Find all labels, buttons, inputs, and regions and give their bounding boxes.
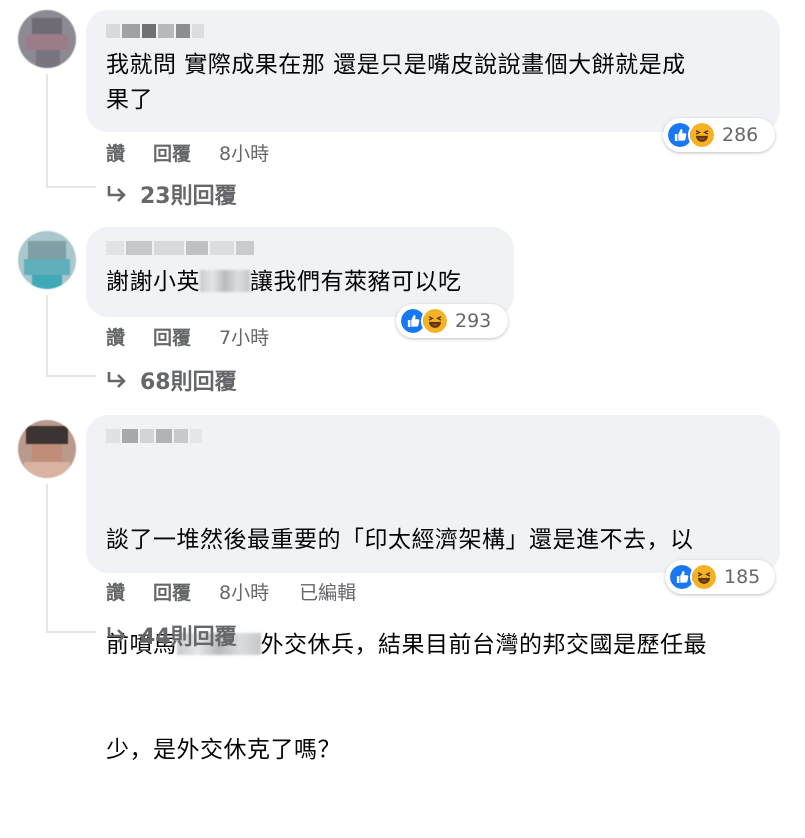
haha-reaction-icon bbox=[688, 121, 716, 149]
reply-arrow-icon bbox=[107, 627, 126, 643]
view-replies-link[interactable]: 68則回覆 bbox=[106, 364, 237, 396]
view-replies-link[interactable]: 44則回覆 bbox=[106, 619, 237, 651]
reply-button[interactable]: 回覆 bbox=[153, 139, 191, 166]
avatar[interactable] bbox=[18, 231, 76, 289]
reaction-summary[interactable]: 293 bbox=[396, 304, 508, 338]
avatar[interactable] bbox=[18, 420, 76, 478]
haha-reaction-icon bbox=[421, 307, 449, 335]
avatar[interactable] bbox=[18, 10, 76, 68]
thread-line bbox=[46, 74, 48, 186]
like-button[interactable]: 讚 bbox=[106, 323, 125, 350]
comment-1: 我就問 實際成果在那 還是只是嘴皮說說畫個大餅就是成 果了 286 讚 回覆 8… bbox=[0, 0, 805, 215]
timestamp[interactable]: 8小時 bbox=[219, 139, 269, 166]
comment-text: 我就問 實際成果在那 還是只是嘴皮說說畫個大餅就是成 果了 bbox=[106, 52, 686, 113]
thread-branch bbox=[46, 186, 96, 188]
view-replies-link[interactable]: 23則回覆 bbox=[106, 178, 237, 210]
comment-3: 談了一堆然後最重要的「印太經濟架構」還是進不去，以 前噴馬 外交休兵，結果目前台灣… bbox=[0, 405, 805, 763]
replies-count-label[interactable]: 23則回覆 bbox=[140, 178, 237, 210]
author-name-blurred[interactable] bbox=[106, 429, 760, 443]
like-button[interactable]: 讚 bbox=[106, 578, 125, 605]
replies-count-label[interactable]: 68則回覆 bbox=[140, 364, 237, 396]
thread-line bbox=[46, 484, 48, 631]
thread-branch bbox=[46, 375, 96, 377]
timestamp[interactable]: 8小時 bbox=[219, 578, 269, 605]
reaction-summary[interactable]: 185 bbox=[665, 560, 775, 594]
timestamp[interactable]: 7小時 bbox=[219, 323, 269, 350]
comment-text-part: 讓我們有萊豬可以吃 bbox=[250, 269, 462, 295]
comment-actions: 讚 回覆 8小時 bbox=[106, 139, 299, 166]
edited-label: 已編輯 bbox=[299, 582, 357, 604]
reaction-summary[interactable]: 286 bbox=[663, 118, 775, 152]
thread-line bbox=[46, 295, 48, 375]
author-name-blurred[interactable] bbox=[106, 241, 494, 255]
censored-name bbox=[200, 270, 250, 292]
haha-reaction-icon bbox=[690, 563, 718, 591]
comment-text-part: 外交休兵，結果目前台灣的邦交國是歷任最 bbox=[260, 632, 707, 658]
comment-text: 謝謝小英 讓我們有萊豬可以吃 bbox=[106, 265, 494, 300]
reply-arrow-icon bbox=[107, 186, 126, 202]
reaction-count: 286 bbox=[722, 124, 759, 146]
replies-count-label[interactable]: 44則回覆 bbox=[140, 619, 237, 651]
reply-arrow-icon bbox=[107, 372, 126, 388]
comment-text-line: 少，是外交休克了嗎？ bbox=[106, 737, 341, 763]
comment-bubble: 我就問 實際成果在那 還是只是嘴皮說說畫個大餅就是成 果了 bbox=[86, 10, 780, 132]
reply-button[interactable]: 回覆 bbox=[153, 323, 191, 350]
comment-actions: 讚 回覆 8小時 已編輯 bbox=[106, 578, 386, 605]
reply-button[interactable]: 回覆 bbox=[153, 578, 191, 605]
comment-text-line: 談了一堆然後最重要的「印太經濟架構」還是進不去，以 bbox=[106, 527, 694, 553]
reaction-count: 293 bbox=[455, 310, 492, 332]
thread-branch bbox=[46, 631, 96, 633]
comment-text-part: 謝謝小英 bbox=[106, 269, 200, 295]
comment-actions: 讚 回覆 7小時 bbox=[106, 323, 299, 350]
reaction-count: 185 bbox=[724, 566, 761, 588]
like-button[interactable]: 讚 bbox=[106, 139, 125, 166]
comment-bubble: 談了一堆然後最重要的「印太經濟架構」還是進不去，以 前噴馬 外交休兵，結果目前台灣… bbox=[86, 415, 780, 763]
author-name-blurred[interactable] bbox=[106, 24, 760, 38]
comment-2: 謝謝小英 讓我們有萊豬可以吃 293 讚 回覆 7小時 68則回覆 bbox=[0, 215, 805, 405]
